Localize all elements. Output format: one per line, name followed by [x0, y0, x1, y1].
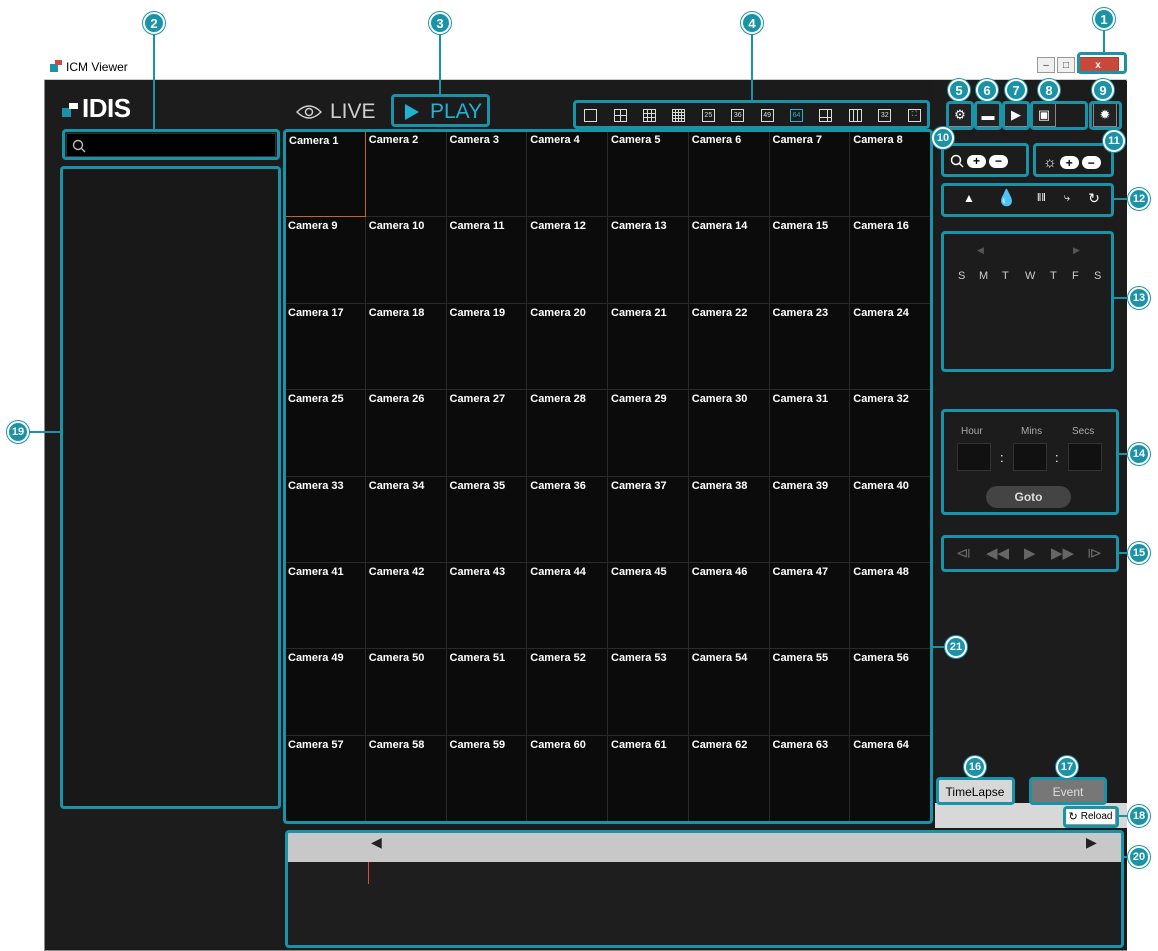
- callout-16: 16: [964, 756, 986, 778]
- connector-14: [1119, 453, 1128, 455]
- connector-13: [1114, 297, 1128, 299]
- connector-1: [1103, 29, 1105, 52]
- highlight-camera-list: [60, 166, 281, 809]
- callout-5: 5: [948, 79, 970, 101]
- callout-20: 20: [1128, 846, 1150, 868]
- highlight-grid: [283, 129, 933, 824]
- highlight-tool7: [1002, 101, 1030, 130]
- app-icon: [50, 60, 62, 72]
- idis-logo: IDIS: [62, 93, 131, 124]
- connector-4: [751, 32, 753, 100]
- callout-8: 8: [1038, 79, 1060, 101]
- highlight-tool9: [1089, 101, 1122, 130]
- callout-14: 14: [1128, 443, 1150, 465]
- highlight-adjust: [941, 183, 1114, 217]
- window-title: ICM Viewer: [66, 60, 128, 74]
- callout-7: 7: [1005, 79, 1027, 101]
- callout-6: 6: [976, 79, 998, 101]
- highlight-tool5: [946, 101, 974, 130]
- highlight-calendar: [941, 231, 1114, 372]
- callout-2: 2: [143, 12, 165, 34]
- highlight-close: [1077, 52, 1127, 74]
- callout-11: 11: [1103, 130, 1125, 152]
- live-mode-button[interactable]: LIVE: [296, 100, 376, 124]
- connector-3: [439, 32, 441, 94]
- highlight-event: [1029, 777, 1107, 805]
- callout-3: 3: [429, 12, 451, 34]
- highlight-tool8: [1030, 101, 1088, 130]
- highlight-zoom: [941, 143, 1029, 177]
- title-bar: ICM Viewer – □ x: [44, 54, 1127, 80]
- callout-4: 4: [741, 12, 763, 34]
- callout-15: 15: [1128, 542, 1150, 564]
- callout-21: 21: [945, 636, 967, 658]
- connector-19: [29, 431, 60, 433]
- callout-12: 12: [1128, 188, 1150, 210]
- maximize-button[interactable]: □: [1057, 57, 1075, 73]
- highlight-tool6: [974, 101, 1002, 130]
- callout-17: 17: [1056, 756, 1078, 778]
- connector-15: [1119, 552, 1128, 554]
- connector-21: [933, 646, 945, 648]
- highlight-reload: [1063, 806, 1119, 828]
- connector-18: [1119, 815, 1128, 817]
- callout-13: 13: [1128, 287, 1150, 309]
- highlight-timeline: [285, 830, 1124, 948]
- callout-1: 1: [1093, 8, 1115, 30]
- connector-2: [153, 32, 155, 129]
- logo-text: IDIS: [82, 93, 131, 123]
- highlight-layouts: [573, 100, 930, 129]
- callout-18: 18: [1128, 805, 1150, 827]
- callout-10: 10: [932, 127, 954, 149]
- highlight-timelapse: [936, 777, 1015, 805]
- logo-mark-icon: [62, 102, 78, 117]
- callout-9: 9: [1092, 79, 1114, 101]
- highlight-time: [941, 409, 1119, 515]
- highlight-brightness: [1033, 143, 1114, 177]
- minimize-button[interactable]: –: [1037, 57, 1055, 73]
- highlight-play: [391, 94, 490, 127]
- live-label: LIVE: [330, 100, 376, 123]
- callout-19: 19: [7, 421, 29, 443]
- eye-icon: [296, 105, 322, 119]
- connector-12: [1114, 198, 1128, 200]
- highlight-playback: [941, 535, 1119, 572]
- highlight-search: [62, 129, 280, 160]
